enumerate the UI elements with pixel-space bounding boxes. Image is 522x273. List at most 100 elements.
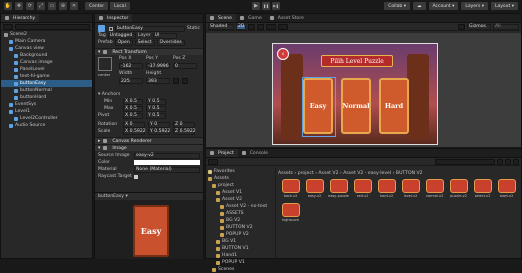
anchor-max-x[interactable]: X 0.5 (123, 105, 143, 112)
folder-tree-item[interactable]: Asset V2 - no-text (206, 203, 275, 210)
tag-dropdown[interactable]: Untagged (107, 32, 136, 39)
rotate-tool-icon[interactable]: ⟳ (26, 2, 34, 10)
asset-tile[interactable]: exit-v2 (352, 179, 373, 198)
hierarchy-item[interactable]: text-hl-game (1, 73, 92, 80)
folder-tree-item[interactable]: BG V1 (206, 238, 275, 245)
collab-dropdown[interactable]: Collab ▾ (384, 2, 410, 10)
hand-tool-icon[interactable]: ✋ (4, 2, 12, 10)
create-dropdown[interactable] (3, 23, 13, 30)
hierarchy-item[interactable]: Canvas image (1, 59, 92, 66)
tab-project[interactable]: Project (206, 149, 238, 157)
active-checkbox[interactable] (109, 26, 113, 31)
hierarchy-item[interactable]: Canvas view (1, 45, 92, 52)
star-icon[interactable] (513, 158, 519, 165)
folder-tree-item[interactable]: BUTTON V1 (206, 245, 275, 252)
move-tool-icon[interactable]: ✥ (15, 2, 23, 10)
asset-tile[interactable]: normal-v2 (424, 179, 445, 198)
folder-tree-item[interactable]: Assets (206, 175, 275, 182)
tab-hierarchy[interactable]: Hierarchy (1, 14, 40, 22)
hierarchy-item[interactable]: buttonNormal (1, 87, 92, 94)
pause-button[interactable]: ❚❚ (262, 2, 270, 10)
camera-settings-icon[interactable] (458, 23, 465, 30)
rect-transform-header[interactable]: ▾ Rect Transform (95, 48, 203, 55)
pivot-y[interactable]: Y 0.5 (146, 112, 166, 119)
pos-x-field[interactable]: -162 (119, 63, 143, 69)
hierarchy-item[interactable]: buttonHard (1, 94, 92, 101)
folder-tree-item[interactable]: Asset V1 (206, 189, 275, 196)
selection-rect[interactable] (302, 77, 336, 137)
height-field[interactable]: 393 (146, 78, 170, 84)
back-button[interactable]: ‹ (277, 48, 289, 60)
folder-tree-item[interactable]: POPUP V2 (206, 231, 275, 238)
tab-asset-store[interactable]: Asset Store (266, 14, 308, 22)
width-field[interactable]: 225 (119, 78, 143, 84)
asset-tile[interactable]: select-v2 (472, 179, 493, 198)
account-dropdown[interactable]: Account ▾ (428, 2, 459, 10)
hard-level-button[interactable]: Hard (379, 78, 409, 134)
rotation-z[interactable]: Z 0 (173, 121, 195, 128)
layers-dropdown[interactable]: Layers ▾ (461, 2, 488, 10)
folder-tree-item[interactable]: project (206, 182, 275, 189)
pos-y-field[interactable]: -37.9996 (146, 63, 170, 69)
hierarchy-search-input[interactable] (15, 23, 90, 30)
raw-edit-button[interactable] (182, 78, 188, 84)
material-field[interactable]: None (Material) (134, 166, 200, 173)
asset-tile[interactable]: puzzle-v2 (448, 179, 469, 198)
hierarchy-item[interactable]: PanelLevel (1, 66, 92, 73)
scale-z[interactable]: Z 0.5922 (173, 128, 196, 135)
tab-scene[interactable]: Scene (206, 14, 237, 22)
static-toggle[interactable]: Static (187, 26, 200, 31)
anchor-min-y[interactable]: Y 0.5 (146, 98, 166, 105)
audio-toggle-icon[interactable] (257, 23, 264, 30)
prefab-select-button[interactable]: Select (134, 39, 155, 46)
shading-mode-dropdown[interactable]: Shaded (208, 23, 234, 30)
asset-tile[interactable]: hard-v2 (376, 179, 397, 198)
transform-tool-icon[interactable]: ⊕ (59, 2, 67, 10)
hierarchy-item[interactable]: Level2Controller (1, 115, 92, 122)
tab-game[interactable]: Game (236, 14, 266, 22)
folder-tree-item[interactable]: POPUP V1 (206, 259, 275, 266)
gizmos-dropdown[interactable]: Gizmos (467, 23, 491, 30)
prefab-open-button[interactable]: Open (114, 39, 133, 46)
hierarchy-item[interactable]: Main Camera (1, 38, 92, 45)
hierarchy-item[interactable]: Level1 (1, 108, 92, 115)
hierarchy-item[interactable]: Scene2 (1, 31, 92, 38)
pivot-toggle[interactable]: Center (85, 2, 109, 10)
layer-dropdown[interactable]: UI (152, 32, 177, 39)
hierarchy-item[interactable]: Audio Source (1, 122, 92, 129)
filter-type-icon[interactable] (497, 158, 503, 165)
folder-tree-item[interactable]: Scenes (206, 266, 275, 273)
source-image-field[interactable]: easy-v2 (134, 152, 200, 159)
rotation-x[interactable]: X 0 (123, 121, 145, 128)
hierarchy-item[interactable]: buttonEasy (1, 80, 92, 87)
anchors-foldout[interactable]: Anchors (102, 92, 121, 97)
tab-inspector[interactable]: Inspector (95, 14, 133, 22)
raycast-checkbox[interactable] (134, 174, 138, 179)
blueprint-mode-button[interactable] (173, 78, 179, 84)
anchor-preset-button[interactable] (98, 57, 112, 71)
object-name-field[interactable]: buttonEasy (115, 25, 185, 32)
asset-tile[interactable]: easy-puzzle (328, 179, 349, 198)
filter-label-icon[interactable] (505, 158, 511, 165)
asset-tile[interactable]: level-v2 (400, 179, 421, 198)
hierarchy-item[interactable]: EventSys (1, 101, 92, 108)
image-component-header[interactable]: ▾ Image (95, 144, 203, 151)
scale-x[interactable]: X 0.5922 (123, 128, 146, 135)
folder-tree-item[interactable]: BG V2 (206, 217, 275, 224)
canvas-renderer-header[interactable]: ▸ Canvas Renderer (95, 137, 203, 144)
pivot-x[interactable]: X 0.5 (123, 112, 143, 119)
rotation-y[interactable]: Y 0 (148, 121, 170, 128)
folder-tree-item[interactable]: Asset V2 (206, 196, 275, 203)
custom-tool-icon[interactable]: ✕ (70, 2, 78, 10)
rect-tool-icon[interactable]: ▭ (48, 2, 56, 10)
anchor-max-y[interactable]: Y 0.5 (146, 105, 166, 112)
favorites-item[interactable]: Favorites (214, 169, 235, 174)
folder-tree-item[interactable]: Hand1 (206, 252, 275, 259)
project-create-dropdown[interactable] (208, 158, 218, 165)
asset-tile[interactable]: highscore (280, 203, 301, 222)
scene-visibility-toggle[interactable] (278, 23, 288, 30)
prefab-overrides-button[interactable]: Overrides (156, 39, 185, 46)
anchor-min-x[interactable]: X 0.5 (123, 98, 143, 105)
scene-viewport[interactable]: ‹ Pilih Level Puzzle Easy Normal Hard (206, 33, 521, 147)
asset-tile[interactable]: start-v2 (496, 179, 517, 198)
